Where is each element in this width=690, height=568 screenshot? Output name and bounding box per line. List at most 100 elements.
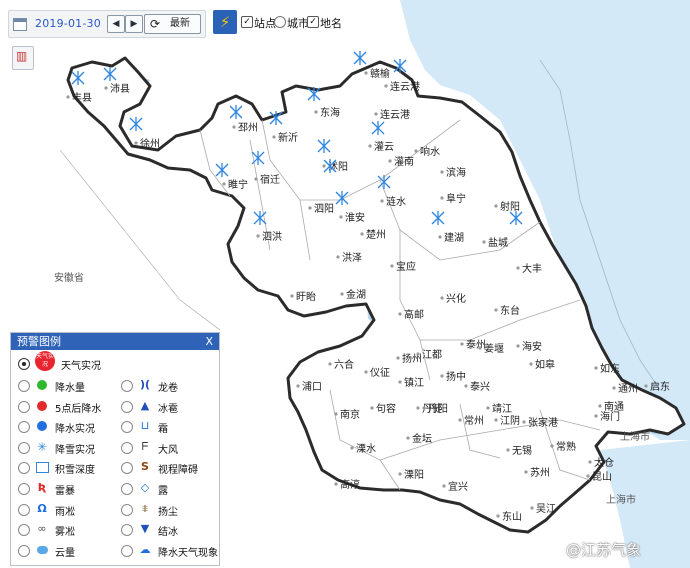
station-dot[interactable] — [440, 374, 444, 378]
legend-radio[interactable] — [18, 524, 30, 537]
legend-item[interactable]: 积雪深度 — [18, 459, 114, 477]
station-dot[interactable] — [598, 404, 602, 408]
legend-radio[interactable] — [18, 380, 30, 392]
prev-day-button[interactable]: ◀ — [107, 15, 125, 33]
station-dot[interactable] — [516, 266, 520, 270]
station-dot[interactable] — [414, 149, 418, 153]
station-dot[interactable] — [222, 182, 226, 186]
station-dot[interactable] — [314, 110, 318, 114]
station-dot[interactable] — [594, 366, 598, 370]
station-dot[interactable] — [328, 362, 332, 366]
station-dot[interactable] — [612, 386, 616, 390]
station-dot[interactable] — [339, 215, 343, 219]
station-dot[interactable] — [644, 384, 648, 388]
station-dot[interactable] — [524, 470, 528, 474]
legend-item[interactable]: ◇ 露 — [121, 480, 217, 498]
next-day-button[interactable]: ▶ — [125, 15, 143, 33]
legend-item[interactable]: ▲ 冰雹 — [121, 398, 217, 416]
station-dot[interactable] — [390, 264, 394, 268]
station-dot[interactable] — [494, 418, 498, 422]
legend-radio[interactable] — [18, 441, 30, 454]
station-dot[interactable] — [516, 344, 520, 348]
station-dot[interactable] — [460, 342, 464, 346]
station-dot[interactable] — [368, 144, 372, 148]
station-dot[interactable] — [464, 384, 468, 388]
station-check-box[interactable]: ✓ — [241, 16, 253, 28]
latest-button[interactable]: ⟳ 最新 — [144, 14, 201, 34]
legend-radio[interactable] — [121, 421, 133, 434]
station-dot[interactable] — [340, 292, 344, 296]
station-dot[interactable] — [458, 418, 462, 422]
city-radio-circle[interactable] — [274, 16, 286, 28]
station-dot[interactable] — [522, 420, 526, 424]
station-dot[interactable] — [364, 370, 368, 374]
station-dot[interactable] — [66, 95, 70, 99]
station-dot[interactable] — [506, 448, 510, 452]
legend-item[interactable]: Ʀ 雷暴 — [18, 480, 114, 498]
legend-item[interactable]: S 视程障碍 — [121, 459, 217, 477]
legend-item-weather-live[interactable]: 天气实况 天气实况 — [18, 351, 208, 373]
legend-radio[interactable] — [18, 544, 30, 557]
chart-tool-button[interactable]: ▥ — [12, 46, 34, 70]
legend-radio[interactable] — [121, 441, 133, 454]
legend-close-button[interactable]: X — [205, 333, 213, 350]
station-dot[interactable] — [308, 206, 312, 210]
legend-radio[interactable] — [121, 380, 133, 392]
legend-radio[interactable] — [18, 503, 30, 516]
station-dot[interactable] — [442, 484, 446, 488]
station-dot[interactable] — [530, 506, 534, 510]
legend-item[interactable]: ⊔ 霜 — [121, 418, 217, 436]
station-dot[interactable] — [440, 296, 444, 300]
station-dot[interactable] — [529, 362, 533, 366]
legend-item[interactable]: ☁ 降水天气现象 — [121, 542, 218, 560]
placename-check-box[interactable]: ✓ — [307, 16, 319, 28]
station-dot[interactable] — [550, 444, 554, 448]
station-dot[interactable] — [482, 240, 486, 244]
station-dot[interactable] — [588, 460, 592, 464]
legend-item[interactable]: ᖴ 大风 — [121, 439, 217, 457]
legend-item[interactable]: ⩨ 扬尘 — [121, 501, 217, 519]
legend-item[interactable]: ✳ 降雪实况 — [18, 439, 114, 457]
legend-radio[interactable] — [121, 544, 133, 557]
station-dot[interactable] — [134, 141, 138, 145]
legend-radio[interactable] — [18, 483, 30, 495]
station-dot[interactable] — [496, 514, 500, 518]
legend-item[interactable]: 降水实况 — [18, 418, 114, 436]
station-dot[interactable] — [290, 294, 294, 298]
station-dot[interactable] — [364, 71, 368, 75]
station-dot[interactable] — [594, 414, 598, 418]
legend-item[interactable]: ▼ 结冰 — [121, 521, 217, 539]
station-dot[interactable] — [398, 472, 402, 476]
station-dot[interactable] — [360, 232, 364, 236]
station-dot[interactable] — [586, 474, 590, 478]
layer-toggle-button[interactable]: ⚡ — [213, 10, 237, 34]
station-dot[interactable] — [388, 159, 392, 163]
station-dot[interactable] — [494, 204, 498, 208]
station-dot[interactable] — [440, 170, 444, 174]
legend-radio[interactable] — [18, 421, 30, 434]
station-dot[interactable] — [296, 384, 300, 388]
station-dot[interactable] — [322, 164, 326, 168]
legend-radio[interactable] — [18, 358, 30, 370]
station-dot[interactable] — [416, 406, 420, 410]
station-dot[interactable] — [478, 346, 482, 350]
station-dot[interactable] — [374, 112, 378, 116]
station-dot[interactable] — [406, 436, 410, 440]
station-dot[interactable] — [396, 356, 400, 360]
legend-radio[interactable] — [121, 503, 133, 516]
station-dot[interactable] — [334, 482, 338, 486]
legend-radio[interactable] — [18, 400, 30, 413]
legend-radio[interactable] — [121, 524, 133, 537]
legend-radio[interactable] — [121, 462, 133, 475]
legend-item[interactable]: )(龙卷 — [121, 377, 217, 395]
legend-item[interactable]: 云量 — [18, 542, 114, 560]
station-dot[interactable] — [486, 406, 490, 410]
calendar-icon[interactable] — [13, 18, 27, 31]
station-dot[interactable] — [380, 199, 384, 203]
legend-item[interactable]: 降水量 — [18, 377, 114, 395]
station-dot[interactable] — [272, 135, 276, 139]
station-dot[interactable] — [440, 196, 444, 200]
station-dot[interactable] — [422, 406, 426, 410]
station-dot[interactable] — [494, 308, 498, 312]
station-dot[interactable] — [104, 86, 108, 90]
